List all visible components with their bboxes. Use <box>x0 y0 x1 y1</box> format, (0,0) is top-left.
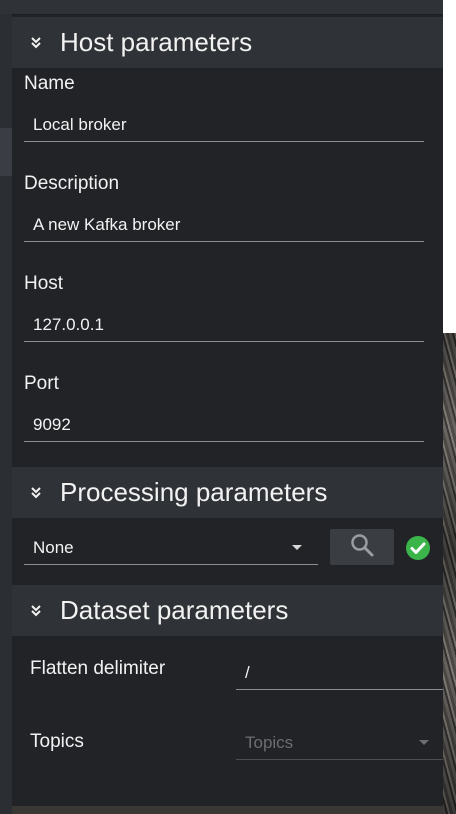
search-button[interactable] <box>330 529 394 565</box>
search-icon <box>349 532 375 563</box>
topics-label: Topics <box>30 731 84 752</box>
background-top <box>443 0 456 333</box>
port-label: Port <box>24 373 59 394</box>
processing-select[interactable]: None <box>24 531 318 565</box>
left-strip-handle[interactable] <box>0 128 12 176</box>
flatten-delimiter-field[interactable]: / <box>236 656 443 690</box>
flatten-delimiter-label: Flatten delimiter <box>30 658 166 679</box>
background-image <box>443 333 456 814</box>
description-label: Description <box>24 173 120 194</box>
topics-select[interactable]: Topics <box>236 726 443 760</box>
port-field[interactable]: 9092 <box>24 408 424 442</box>
dropdown-caret-icon[interactable] <box>292 545 302 550</box>
host-field[interactable]: 127.0.0.1 <box>24 308 424 342</box>
processing-select-value: None <box>33 537 74 557</box>
name-label: Name <box>24 73 75 94</box>
top-bar <box>0 0 443 15</box>
chevron-double-down-icon[interactable] <box>12 36 60 50</box>
dataset-parameters-title: Dataset parameters <box>60 595 289 625</box>
flatten-delimiter-value: / <box>245 662 250 682</box>
topics-placeholder: Topics <box>245 732 294 752</box>
chevron-double-down-icon[interactable] <box>12 486 60 500</box>
chevron-double-down-icon[interactable] <box>12 604 60 618</box>
host-parameters-header[interactable]: Host parameters <box>12 17 443 68</box>
description-field[interactable]: A new Kafka broker <box>24 208 424 242</box>
dataset-parameters-header[interactable]: Dataset parameters <box>12 585 443 636</box>
processing-parameters-title: Processing parameters <box>60 477 328 507</box>
name-field[interactable]: Local broker <box>24 108 424 142</box>
check-circle-icon <box>405 535 431 561</box>
host-parameters-title: Host parameters <box>60 27 253 57</box>
host-label: Host <box>24 273 64 294</box>
dropdown-caret-icon[interactable] <box>419 740 429 745</box>
processing-parameters-header[interactable]: Processing parameters <box>12 467 443 518</box>
